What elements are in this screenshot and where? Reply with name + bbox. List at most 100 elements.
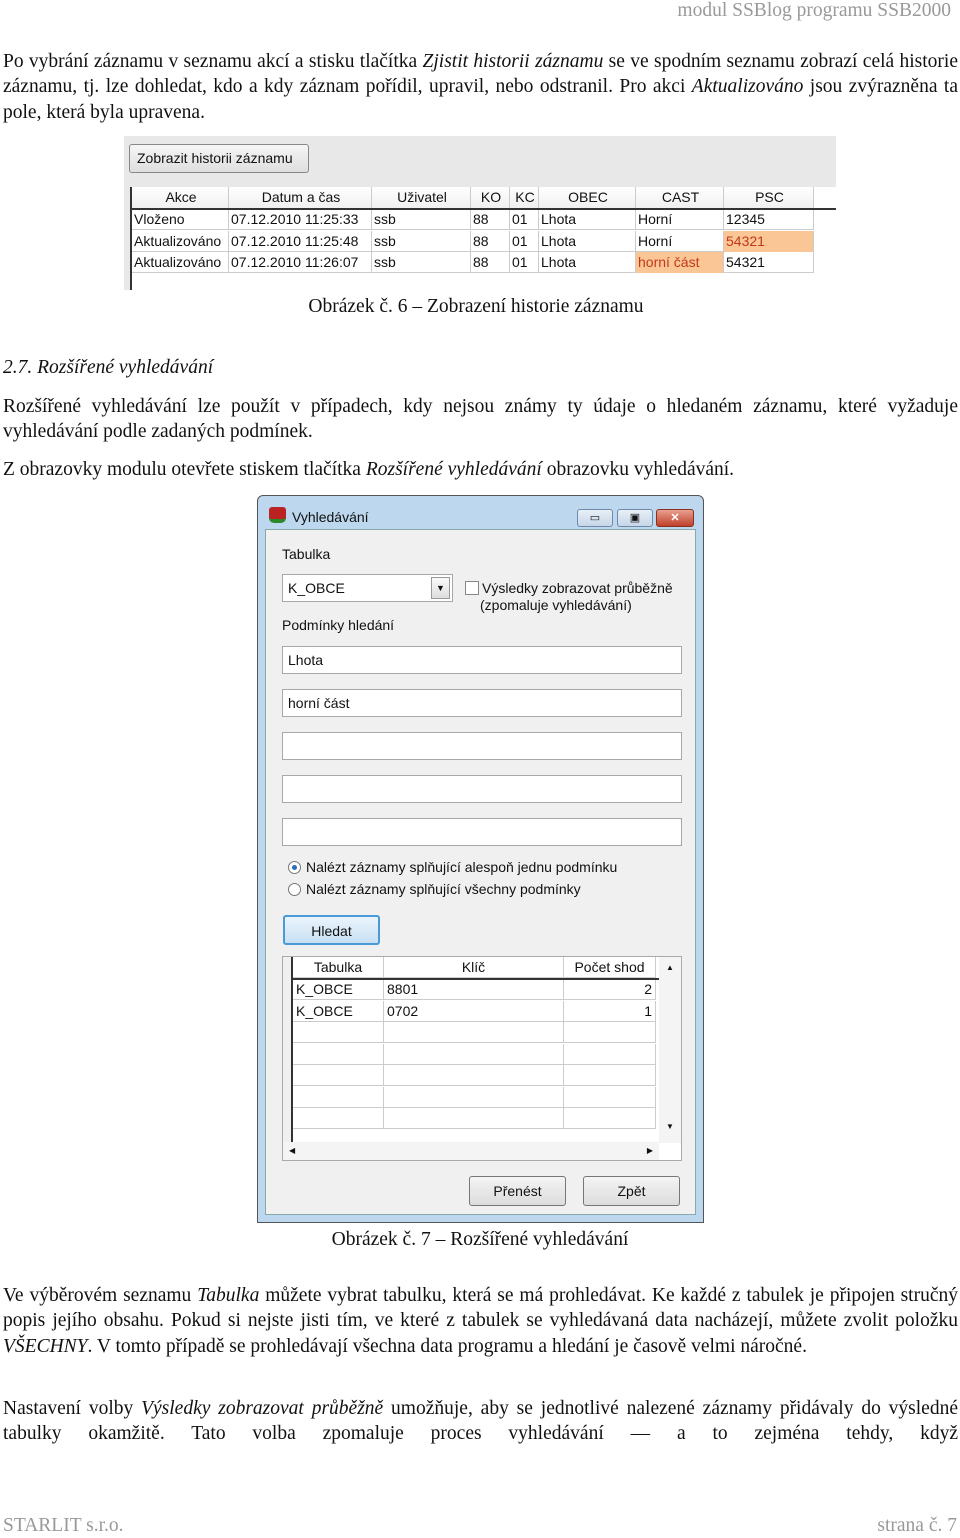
condition-input-1[interactable]: Lhota <box>282 646 682 674</box>
paragraph: Nastavení volby Výsledky zobrazovat průb… <box>3 1398 958 1445</box>
paragraph-intro: Po vybrání záznamu v seznamu akcí a stis… <box>3 51 958 123</box>
table-row[interactable]: Aktualizováno 07.12.2010 11:26:07 ssb 88 01 L… <box>132 252 814 273</box>
table-cell <box>293 1043 384 1065</box>
table-label: Tabulka <box>282 546 331 562</box>
table-cell: 88 <box>471 230 510 252</box>
column-header: Počet shod <box>564 957 656 978</box>
table-cell: Lhota <box>539 230 636 252</box>
close-button[interactable]: ✕ <box>656 509 694 527</box>
table-cell: 1 <box>564 1000 656 1022</box>
table-cell: 01 <box>510 252 539 273</box>
table-cell: Aktualizováno <box>132 252 229 273</box>
table-cell: K_OBCE <box>293 979 384 1000</box>
transfer-button[interactable]: Přenést <box>469 1176 566 1206</box>
minimize-icon: ▭ <box>589 512 601 524</box>
radio-icon <box>288 861 301 874</box>
table-cell: 54321 <box>724 252 814 273</box>
table-cell: 07.12.2010 11:25:33 <box>229 209 372 230</box>
table-cell: 88 <box>471 252 510 273</box>
table-row[interactable]: Aktualizováno 07.12.2010 11:25:48 ssb 88 01 L… <box>132 230 814 252</box>
column-header: KO <box>471 187 510 208</box>
table-cell: Aktualizováno <box>132 230 229 252</box>
footer-page-number: strana č. 7 <box>877 1515 957 1536</box>
figure-caption: Obrázek č. 7 – Rozšířené vyhledávání <box>331 1229 629 1250</box>
table-cell: Vloženo <box>132 209 229 230</box>
table-cell <box>564 1065 656 1086</box>
table-cell <box>564 1086 656 1108</box>
grid-header-row: Tabulka Klíč Počet shod <box>293 957 656 978</box>
table-cell: 8801 <box>384 979 564 1000</box>
table-row[interactable] <box>293 1022 656 1043</box>
table-cell <box>293 1108 384 1129</box>
table-cell <box>293 1022 384 1043</box>
table-row[interactable] <box>293 1043 656 1065</box>
column-header: KC <box>510 187 539 208</box>
table-cell <box>564 1022 656 1043</box>
chevron-down-icon[interactable]: ▼ <box>431 577 450 599</box>
table-cell: Horní <box>636 230 724 252</box>
show-history-button[interactable]: Zobrazit historii záznamu <box>129 144 309 173</box>
search-dialog: Vyhledávání ▭ ▣ ✕ Tabulka K_OBCE ▼ Výsle… <box>257 495 704 1223</box>
table-select-value: K_OBCE <box>288 580 345 596</box>
table-row[interactable] <box>293 1086 656 1108</box>
section-heading: 2.7. Rozšířené vyhledávání <box>3 357 214 378</box>
table-cell <box>384 1022 564 1043</box>
horizontal-scrollbar[interactable]: ◀ ▶ <box>283 1142 659 1160</box>
condition-input-2[interactable]: horní část <box>282 689 682 717</box>
table-cell <box>384 1065 564 1086</box>
table-cell <box>384 1108 564 1129</box>
paragraph: Ve výběrovém seznamu Tabulka můžete vybr… <box>3 1285 958 1357</box>
history-grid: Akce Datum a čas Uživatel KO KC OBEC CAST PSC Vl… <box>130 187 836 290</box>
progressive-results-checkbox[interactable] <box>465 581 479 595</box>
radio-all-conditions[interactable]: Nalézt záznamy splňující všechny podmínk… <box>288 881 581 897</box>
table-cell: Lhota <box>539 252 636 273</box>
column-header: OBEC <box>539 187 636 208</box>
table-cell: 0702 <box>384 1000 564 1022</box>
minimize-button[interactable]: ▭ <box>577 509 613 527</box>
table-cell: 88 <box>471 209 510 230</box>
grid-header-row: Akce Datum a čas Uživatel KO KC OBEC CAST PSC <box>132 187 814 208</box>
column-header: Klíč <box>384 957 564 978</box>
table-cell <box>293 1065 384 1086</box>
title-bar: Vyhledávání ▭ ▣ ✕ <box>258 496 703 529</box>
column-header: PSC <box>724 187 814 208</box>
vertical-scrollbar[interactable]: ▲ ▼ <box>659 957 681 1143</box>
table-row[interactable] <box>293 1065 656 1086</box>
paragraph: Rozšířené vyhledávání lze použít v přípa… <box>3 396 958 443</box>
checkbox-note: (zpomaluje vyhledávání) <box>480 597 632 613</box>
column-header: Tabulka <box>293 957 384 978</box>
table-select[interactable]: K_OBCE ▼ <box>282 574 453 602</box>
table-cell: 01 <box>510 230 539 252</box>
table-cell: 2 <box>564 979 656 1000</box>
radio-icon <box>288 883 301 896</box>
conditions-label: Podmínky hledání <box>282 617 395 633</box>
table-cell <box>384 1043 564 1065</box>
column-header: Datum a čas <box>229 187 372 208</box>
close-icon: ✕ <box>670 512 680 524</box>
table-cell: Lhota <box>539 209 636 230</box>
maximize-button[interactable]: ▣ <box>617 509 653 527</box>
running-header: modul SSBlog programu SSB2000 <box>677 0 951 21</box>
condition-input-3[interactable] <box>282 732 682 760</box>
footer-company: STARLIT s.r.o. <box>3 1515 124 1536</box>
table-cell <box>384 1086 564 1108</box>
condition-input-4[interactable] <box>282 775 682 803</box>
radio-any-condition[interactable]: Nalézt záznamy splňující alespoň jednu p… <box>288 859 617 875</box>
table-cell: 54321 <box>724 230 814 252</box>
column-header: Uživatel <box>372 187 471 208</box>
condition-input-5[interactable] <box>282 818 682 846</box>
table-row[interactable]: Vloženo 07.12.2010 11:25:33 ssb 88 01 Lhota Ho… <box>132 209 814 230</box>
table-cell: ssb <box>372 252 471 273</box>
table-cell <box>564 1043 656 1065</box>
table-cell: ssb <box>372 230 471 252</box>
table-cell <box>564 1108 656 1129</box>
back-button[interactable]: Zpět <box>583 1176 680 1206</box>
results-grid: ▲ ▼ ◀ ▶ Tabulka Klíč Počet shod K_OBCE 8801 2 K_… <box>282 956 682 1161</box>
table-row[interactable]: K_OBCE 0702 1 <box>293 1000 656 1022</box>
table-row[interactable]: K_OBCE 8801 2 <box>293 979 656 1000</box>
search-button[interactable]: Hledat <box>283 915 380 945</box>
column-header: CAST <box>636 187 724 208</box>
table-row[interactable] <box>293 1108 656 1129</box>
dialog-title: Vyhledávání <box>292 509 369 525</box>
table-cell: horní část <box>636 252 724 273</box>
